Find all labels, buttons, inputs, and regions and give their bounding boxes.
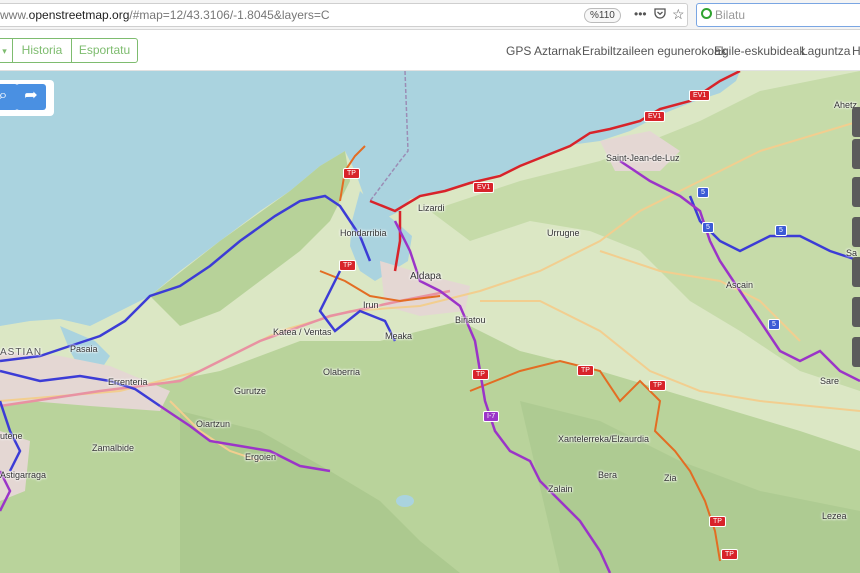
place-label: Sare [820,376,840,386]
pocket-icon[interactable] [654,7,666,22]
place-label: Bera [598,470,618,480]
route-shield-ev1: EV1 [644,111,666,122]
place-label: Katea / Ventas [273,327,332,337]
address-bar-url[interactable]: www.openstreetmap.org/#map=12/43.3106/-1… [0,8,330,22]
note-button[interactable] [852,337,860,367]
place-label: ASTIAN [0,347,43,358]
route-shield-tp: TP [721,549,738,560]
place-label: Astigarraga [0,470,47,480]
locate-button[interactable] [852,177,860,207]
route-shield-ev1: EV1 [473,182,495,193]
chevron-down-icon: ▾ [2,46,7,56]
place-label: Lizardi [418,203,445,213]
place-label: Pasaia [70,344,98,354]
place-label: Zalain [548,484,573,494]
place-label: Oiartzun [196,419,231,429]
route-shield-5: 5 [775,225,787,236]
routing-tools: ⌕ ➦ [0,80,54,116]
star-icon[interactable]: ☆ [672,6,685,23]
search-icon [701,8,712,19]
browser-toolbar: www.openstreetmap.org/#map=12/43.3106/-1… [0,0,860,30]
place-label: Xantelerreka/Elzaurdia [558,434,650,444]
route-shield-5: 5 [697,187,709,198]
history-button[interactable]: Historia [12,38,72,63]
place-label: Olaberria [323,367,361,377]
nav-help[interactable]: Laguntza [801,44,850,58]
magnifier-icon: ⌕ [0,87,8,104]
place-label: Meaka [385,331,413,341]
route-shield-tp: TP [649,380,666,391]
zoom-in-button[interactable] [852,107,860,137]
place-label: Ergoien [245,452,277,462]
nav-copyright[interactable]: Egile-eskubideak [714,44,805,58]
place-label: Irun [363,300,379,310]
place-label: Biriatou [455,315,486,325]
place-label: Lezea [822,511,847,521]
search-input[interactable]: Bilatu [696,3,860,27]
place-label: Zamalbide [92,443,135,453]
place-label: Gurutze [234,386,267,396]
site-header: ▾ Historia Esportatu GPS Aztarnak Erabil… [0,30,860,71]
layers-button[interactable] [852,217,860,247]
map-tiles [0,71,860,573]
route-shield-ev1: EV1 [689,90,711,101]
zoom-level-badge[interactable]: %110 [584,8,621,23]
nav-gps-traces[interactable]: GPS Aztarnak [506,44,581,58]
reservoir [396,495,414,507]
directions-button[interactable]: ➦ [16,84,46,110]
place-label: Aldapa [410,271,442,282]
zoom-out-button[interactable] [852,139,860,169]
ellipsis-icon[interactable]: ••• [634,7,647,21]
place-label: Errenteria [108,377,148,387]
place-label: Saint-Jean-de-Luz [606,153,680,163]
map-canvas[interactable]: ⌕ ➦ Hondarribia Lizardi Urrugne Saint-Je… [0,71,860,573]
place-label: Zia [664,473,677,483]
nav-user-diaries[interactable]: Erabiltzaileen egunerokoak [582,44,727,58]
route-shield-tp: TP [577,365,594,376]
route-shield-tp: TP [709,516,726,527]
place-label: utene [0,431,23,441]
map-controls [852,71,860,573]
address-bar[interactable]: www.openstreetmap.org/#map=12/43.3106/-1… [0,3,688,27]
route-shield-i7: I-7 [483,411,500,422]
route-shield-tp: TP [343,168,360,179]
search-placeholder: Bilatu [715,8,746,22]
nav-more[interactable]: H [852,44,860,58]
place-label: Urrugne [547,228,580,238]
route-shield-5: 5 [768,319,780,330]
legend-button[interactable] [852,257,860,287]
route-shield-5: 5 [702,222,714,233]
route-shield-tp: TP [472,369,489,380]
route-shield-tp: TP [339,260,356,271]
export-button[interactable]: Esportatu [71,38,138,63]
place-label: Hondarribia [340,228,387,238]
directions-arrow-icon: ➦ [24,87,38,104]
place-label: Ascain [726,280,754,290]
share-button[interactable] [852,297,860,327]
